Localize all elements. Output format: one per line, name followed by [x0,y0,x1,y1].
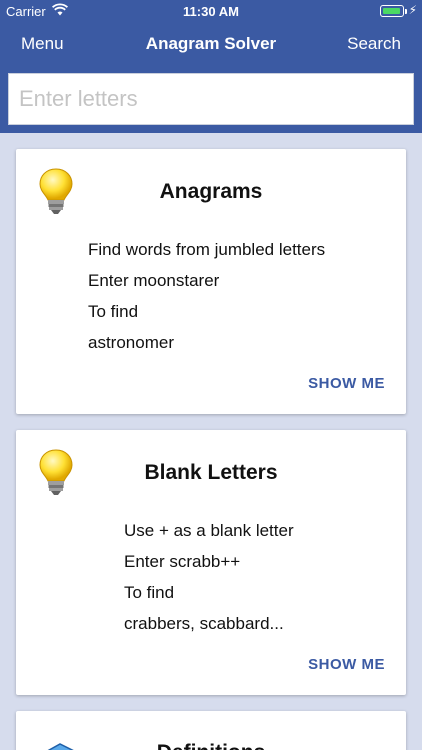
battery-icon [380,5,404,17]
card-title: Blank Letters [144,461,278,484]
blank-letters-card: Blank Letters Use + as a blank letter En… [16,430,406,695]
navigation-bar: Menu Anagram Solver Search [0,28,422,60]
card-description: Use + as a blank letter Enter scrabb++ T… [124,520,294,644]
anagrams-card: Anagrams Find words from jumbled letters… [16,149,406,414]
card-line: Enter scrabb++ [124,552,241,571]
card-line: crabbers, scabbard... [124,614,284,633]
card-line: Find words from jumbled letters [88,240,326,259]
card-line: To find [88,302,139,321]
search-input[interactable] [9,74,413,124]
battery-tip [405,9,407,14]
card-description: Find words from jumbled letters Enter mo… [88,239,325,363]
search-button[interactable]: Search [347,34,401,54]
header: Carrier 11:30 AM ⚡ Menu Anagram Solver S… [0,0,422,133]
card-line: astronomer [88,333,174,352]
charging-icon: ⚡ [408,3,417,17]
menu-button[interactable]: Menu [21,34,64,54]
show-me-button[interactable]: SHOW ME [308,656,385,673]
show-me-button[interactable]: SHOW ME [308,375,385,392]
status-time: 11:30 AM [183,4,239,19]
status-bar: Carrier 11:30 AM ⚡ [0,0,422,22]
card-line: Enter moonstarer [88,271,220,290]
card-title: Definitions [16,741,406,750]
card-line: Use + as a blank letter [124,521,294,540]
definitions-card: Definitions [16,711,406,750]
card-line: To find [124,583,175,602]
card-title: Anagrams [159,180,263,203]
search-field[interactable] [8,73,414,125]
